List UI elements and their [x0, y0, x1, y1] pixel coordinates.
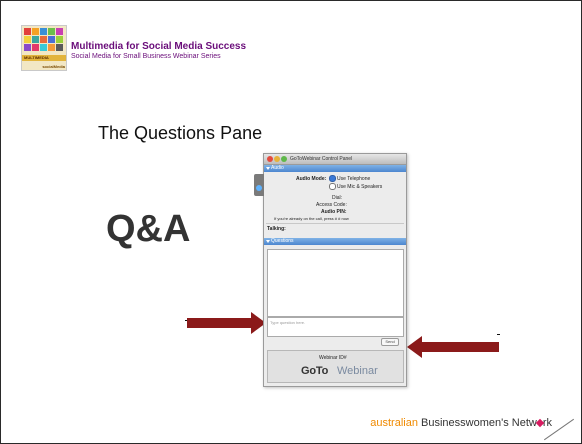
multimedia-logo: MULTIMEDIA socialMedia	[21, 25, 67, 71]
gotowebinar-logo-goto: GoTo	[301, 365, 329, 377]
questions-section-header[interactable]: Questions	[264, 238, 406, 245]
questions-log[interactable]	[267, 249, 404, 317]
collapse-arrow-icon	[266, 167, 270, 170]
send-button[interactable]: Send	[381, 338, 399, 346]
question-input[interactable]: Type question here.	[267, 317, 404, 337]
footer-brand-main: Businesswomen's Netw	[421, 417, 537, 429]
access-code-label: Access Code:	[316, 202, 347, 208]
gear-icon	[256, 185, 262, 191]
logo-label: MULTIMEDIA	[24, 55, 49, 60]
audio-section-header[interactable]: Audio	[264, 165, 406, 172]
gotowebinar-control-panel: GoToWebinar Control Panel Audio Audio Mo…	[254, 153, 407, 387]
close-icon[interactable]	[267, 156, 273, 162]
audio-header-label: Audio	[271, 165, 284, 171]
arrow-right-icon	[187, 312, 266, 334]
qa-label: Q&A	[106, 208, 191, 250]
footer-brand: australian Businesswomen's Netw rk	[370, 417, 552, 429]
header-subtitle: Social Media for Small Business Webinar …	[71, 53, 221, 60]
radio-telephone-label: Use Telephone	[337, 176, 371, 182]
zoom-icon[interactable]	[281, 156, 287, 162]
arrow-left-icon	[407, 336, 499, 358]
radio-mic-label: Use Mic & Speakers	[337, 184, 383, 190]
logo-band: MULTIMEDIA	[22, 55, 66, 61]
window-titlebar: GoToWebinar Control Panel	[264, 154, 406, 165]
question-placeholder: Type question here.	[270, 320, 306, 325]
panel-grab-tab[interactable]	[254, 174, 264, 196]
dial-label: Dial:	[332, 195, 343, 201]
header-title: Multimedia for Social Media Success	[71, 41, 247, 52]
slide: MULTIMEDIA socialMedia Multimedia for So…	[0, 0, 582, 444]
questions-header-label: Questions	[271, 238, 294, 244]
slide-title: The Questions Pane	[98, 123, 263, 143]
minimize-icon[interactable]	[274, 156, 280, 162]
divider	[266, 223, 404, 224]
radio-telephone[interactable]	[329, 175, 336, 182]
call-hint: If you're already on the call, press # #…	[274, 216, 349, 221]
window-title: GoToWebinar Control Panel	[290, 156, 353, 162]
webinar-id-label: Webinar ID#	[319, 355, 347, 361]
talking-label: Talking:	[267, 226, 286, 232]
audio-mode-label: Audio Mode:	[296, 176, 327, 182]
tick-mark	[497, 334, 500, 335]
collapse-arrow-icon	[266, 240, 270, 243]
footer-brand-australian: australian	[370, 417, 422, 429]
radio-mic-speakers[interactable]	[329, 183, 336, 190]
webinar-info-box: Webinar ID# GoTo Webinar	[267, 350, 404, 383]
logo-tag: socialMedia	[42, 64, 65, 69]
gotowebinar-logo-webinar: Webinar	[337, 365, 378, 377]
audio-pin-label: Audio PIN:	[321, 209, 347, 215]
